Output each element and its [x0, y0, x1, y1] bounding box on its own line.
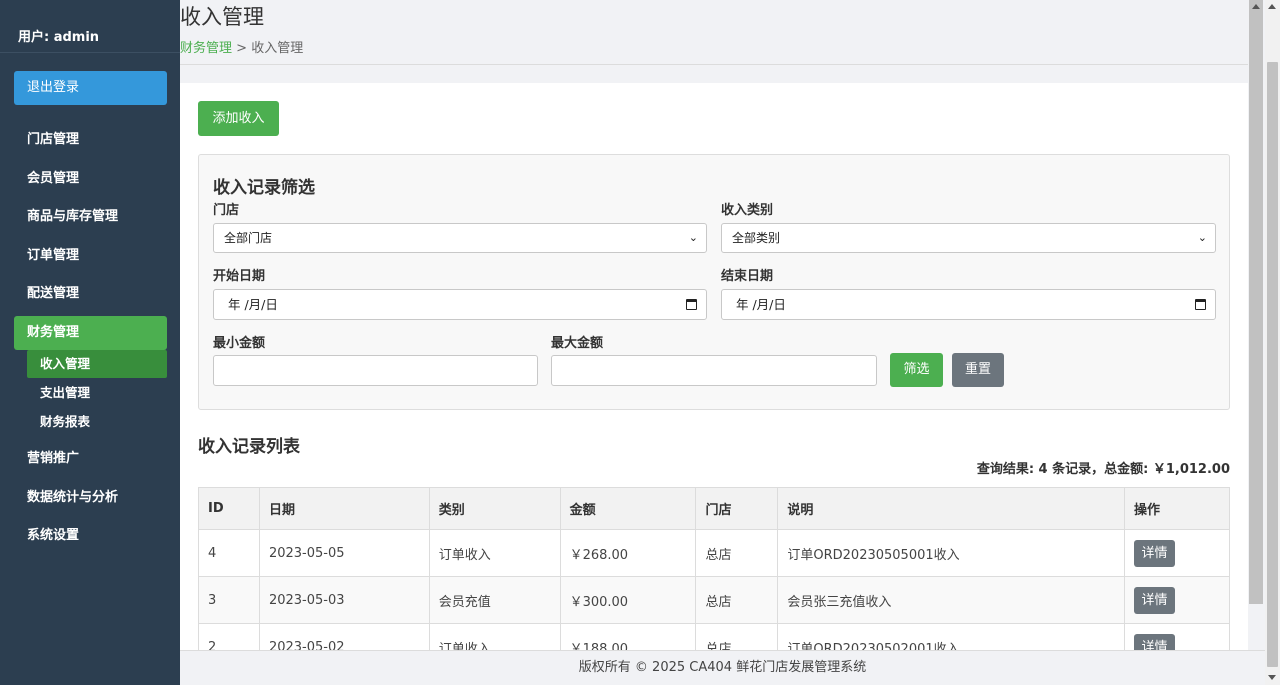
start-date-placeholder: 年 /月/日 [228, 297, 278, 312]
cell-description: 订单ORD20230502001收入 [777, 623, 1126, 650]
max-amount-input[interactable] [551, 355, 877, 386]
subnav-income-management[interactable]: 收入管理 [27, 350, 167, 378]
nav-marketing[interactable]: 营销推广 [14, 442, 167, 476]
breadcrumb-current: 收入管理 [251, 41, 304, 56]
cell-description: 订单ORD20230505001收入 [777, 529, 1126, 577]
nav-statistics[interactable]: 数据统计与分析 [14, 481, 167, 515]
breadcrumb: 财务管理 > 收入管理 [180, 37, 303, 56]
min-amount-input[interactable] [213, 355, 538, 386]
cell-amount: ￥188.00 [559, 623, 697, 650]
start-date-label: 开始日期 [213, 269, 266, 284]
cell-category: 订单收入 [428, 529, 561, 577]
list-title: 收入记录列表 [198, 437, 300, 457]
column-header-store: 门店 [695, 487, 779, 530]
income-table: ID 日期 类别 金额 门店 说明 操作 4 2023-05-05 订单收入 ￥… [198, 487, 1230, 650]
nav-finance-management[interactable]: 财务管理 [14, 316, 167, 350]
page-scrollbar[interactable] [1265, 0, 1280, 685]
column-header-amount: 金额 [559, 487, 697, 530]
category-select-value: 全部类别 [732, 231, 781, 245]
chevron-down-icon: ⌄ [1197, 231, 1207, 244]
main-content: 添加收入 收入记录筛选 门店 全部门店 ⌄ 收入类别 全部类别 ⌄ 开始日期 年… [180, 83, 1248, 650]
breadcrumb-parent-link[interactable]: 财务管理 [180, 41, 232, 56]
detail-button[interactable]: 详情 [1134, 586, 1176, 614]
cell-date: 2023-05-05 [258, 529, 430, 577]
column-header-description: 说明 [777, 487, 1126, 530]
scroll-up-arrow-icon[interactable] [1268, 4, 1276, 9]
column-header-date: 日期 [258, 487, 430, 530]
cell-store: 总店 [695, 576, 779, 624]
sidebar: 用户: admin 退出登录 门店管理 会员管理 商品与库存管理 订单管理 配送… [0, 0, 180, 685]
calendar-icon[interactable] [686, 299, 697, 310]
end-date-input[interactable]: 年 /月/日 [721, 289, 1216, 320]
nav-system-settings[interactable]: 系统设置 [14, 519, 167, 553]
max-amount-label: 最大金额 [551, 336, 604, 351]
page-title: 收入管理 [180, 5, 264, 29]
min-amount-label: 最小金额 [213, 336, 266, 351]
chevron-down-icon: ⌄ [688, 231, 698, 244]
category-label: 收入类别 [721, 203, 774, 218]
store-select-value: 全部门店 [224, 231, 273, 245]
breadcrumb-separator: > [232, 41, 252, 56]
footer: 版权所有 © 2025 CA404 鲜花门店发展管理系统 [180, 650, 1265, 685]
column-header-category: 类别 [428, 487, 561, 530]
end-date-label: 结束日期 [721, 269, 774, 284]
filter-title: 收入记录筛选 [213, 178, 315, 198]
calendar-icon[interactable] [1195, 299, 1206, 310]
logout-button[interactable]: 退出登录 [14, 71, 167, 105]
cell-store: 总店 [695, 529, 779, 577]
cell-amount: ￥268.00 [559, 529, 697, 577]
scroll-up-arrow-icon[interactable] [1252, 4, 1260, 9]
cell-date: 2023-05-03 [258, 576, 430, 624]
header-divider [180, 64, 1248, 65]
filter-button[interactable]: 筛选 [890, 353, 943, 387]
nav-member-management[interactable]: 会员管理 [14, 162, 167, 196]
filter-panel: 收入记录筛选 门店 全部门店 ⌄ 收入类别 全部类别 ⌄ 开始日期 年 /月/日… [198, 154, 1230, 410]
cell-actions: 详情 [1124, 576, 1230, 624]
scrollbar-thumb[interactable] [1267, 62, 1278, 667]
nav-store-management[interactable]: 门店管理 [14, 123, 167, 157]
cell-category: 订单收入 [428, 623, 561, 650]
category-select[interactable]: 全部类别 ⌄ [721, 223, 1216, 253]
current-user-label: 用户: admin [18, 30, 100, 45]
start-date-input[interactable]: 年 /月/日 [213, 289, 707, 320]
cell-amount: ￥300.00 [559, 576, 697, 624]
end-date-placeholder: 年 /月/日 [736, 297, 786, 312]
cell-store: 总店 [695, 623, 779, 650]
table-header-row: ID 日期 类别 金额 门店 说明 操作 [198, 487, 1230, 530]
scroll-down-arrow-icon[interactable] [1268, 675, 1276, 680]
column-header-id: ID [198, 487, 260, 530]
detail-button[interactable]: 详情 [1134, 633, 1176, 650]
table-row: 4 2023-05-05 订单收入 ￥268.00 总店 订单ORD202305… [198, 529, 1230, 577]
nav-product-inventory[interactable]: 商品与库存管理 [14, 200, 167, 234]
nav-delivery-management[interactable]: 配送管理 [14, 277, 167, 311]
content-scrollbar[interactable] [1249, 0, 1263, 604]
detail-button[interactable]: 详情 [1134, 539, 1176, 567]
store-select[interactable]: 全部门店 ⌄ [213, 223, 707, 253]
result-summary: 查询结果: 4 条记录，总金额: ￥1,012.00 [976, 462, 1230, 477]
nav-order-management[interactable]: 订单管理 [14, 239, 167, 273]
subnav-finance-reports[interactable]: 财务报表 [27, 408, 167, 436]
cell-id: 3 [198, 576, 260, 624]
cell-category: 会员充值 [428, 576, 561, 624]
table-row: 3 2023-05-03 会员充值 ￥300.00 总店 会员张三充值收入 详情 [198, 576, 1230, 624]
reset-button[interactable]: 重置 [952, 353, 1004, 387]
subnav-expense-management[interactable]: 支出管理 [27, 379, 167, 407]
sidebar-divider [0, 52, 180, 53]
table-row: 2 2023-05-02 订单收入 ￥188.00 总店 订单ORD202305… [198, 623, 1230, 650]
cell-date: 2023-05-02 [258, 623, 430, 650]
column-header-actions: 操作 [1124, 487, 1230, 530]
store-label: 门店 [213, 203, 240, 218]
cell-actions: 详情 [1124, 623, 1230, 650]
add-income-button[interactable]: 添加收入 [198, 101, 279, 136]
cell-id: 4 [198, 529, 260, 577]
cell-actions: 详情 [1124, 529, 1230, 577]
cell-id: 2 [198, 623, 260, 650]
cell-description: 会员张三充值收入 [777, 576, 1126, 624]
